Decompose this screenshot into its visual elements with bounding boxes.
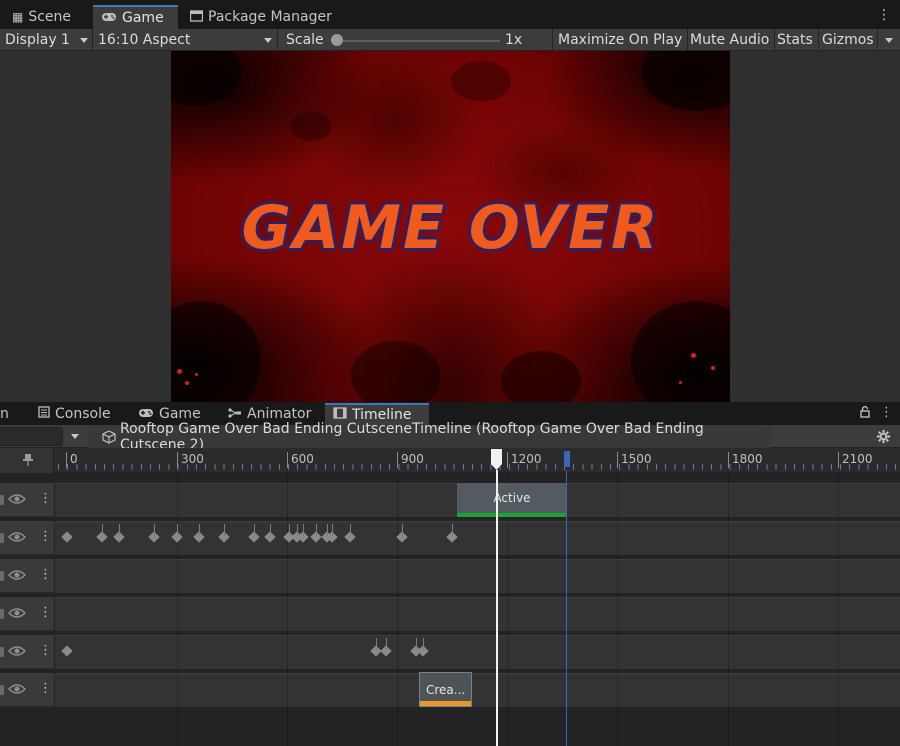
tab-game[interactable]: Game	[93, 5, 178, 29]
maximize-on-play-button[interactable]: Maximize On Play	[553, 29, 689, 51]
display-dropdown-label: Display 1	[5, 32, 70, 48]
animation-clip[interactable]: Crea...	[419, 672, 472, 707]
timeline-header: Rooftop Game Over Bad Ending CutsceneTim…	[0, 421, 900, 453]
aspect-dropdown-label: 16:10 Aspect	[98, 32, 191, 48]
timeline-time-field[interactable]	[0, 427, 63, 446]
scale-value: 1x	[500, 29, 553, 51]
chevron-down-icon	[80, 38, 88, 43]
track-menu-icon[interactable]: ⋮	[39, 644, 52, 657]
eye-icon[interactable]	[8, 607, 26, 619]
ruler-tick: 0	[70, 452, 78, 466]
track-header[interactable]: ⋮	[0, 597, 54, 631]
lock-icon[interactable]	[860, 406, 870, 418]
breadcrumb-arrow	[764, 425, 772, 447]
tab-scene-label: Scene	[28, 9, 72, 25]
tab-scene[interactable]: ▦ Scene	[4, 5, 79, 29]
stats-button[interactable]: Stats	[772, 29, 819, 51]
tab-game-label: Game	[122, 10, 164, 26]
track-menu-icon[interactable]: ⋮	[39, 568, 52, 581]
track-header[interactable]: ⋮	[0, 635, 54, 669]
game-screen: GAME OVER	[171, 51, 730, 402]
ruler-left-pane	[0, 448, 54, 473]
track-menu-icon[interactable]: ⋮	[39, 530, 52, 543]
track-body[interactable]	[55, 521, 900, 555]
pin-icon[interactable]	[22, 453, 34, 466]
timeline-end-marker[interactable]	[564, 451, 570, 467]
more-options-icon[interactable]: ⋮	[880, 406, 893, 419]
eye-icon[interactable]	[8, 493, 26, 505]
package-icon	[189, 9, 204, 25]
track-menu-icon[interactable]: ⋮	[39, 682, 52, 695]
ruler-tick: 900	[401, 452, 424, 466]
ruler-tick: 2100	[842, 452, 873, 466]
timeline-dropdown[interactable]	[66, 425, 86, 448]
eye-icon[interactable]	[8, 683, 26, 695]
mute-audio-button[interactable]: Mute Audio	[685, 29, 776, 51]
chevron-down-icon	[885, 38, 893, 43]
timeline-ruler[interactable]: 0 300 600 900 1200 1500 1800 2100	[0, 448, 900, 473]
console-icon	[38, 406, 50, 422]
clip-accent-bar	[420, 701, 471, 706]
tab-truncated[interactable]: n	[0, 403, 17, 425]
editor-tab-bar: ▦ Scene Game Package Manager ⋮	[0, 0, 900, 29]
ruler-tick: 1800	[732, 452, 763, 466]
tab-package-manager[interactable]: Package Manager	[182, 5, 340, 29]
gear-icon[interactable]	[876, 429, 892, 445]
cube-icon	[102, 429, 116, 444]
gizmos-button[interactable]: Gizmos	[817, 29, 878, 51]
eye-icon[interactable]	[8, 645, 26, 657]
gamepad-icon	[101, 11, 117, 25]
animation-clip-label: Crea...	[426, 683, 466, 697]
gizmos-dropdown[interactable]	[878, 29, 900, 51]
scale-slider-handle[interactable]	[331, 34, 343, 46]
aspect-dropdown[interactable]: 16:10 Aspect	[93, 29, 278, 51]
track-body[interactable]	[55, 635, 900, 669]
more-options-icon[interactable]: ⋮	[877, 8, 891, 22]
playhead-line[interactable]	[496, 470, 498, 746]
scale-slider-track[interactable]	[337, 40, 500, 42]
playhead-handle[interactable]	[490, 448, 503, 471]
ruler-tick: 1500	[621, 452, 652, 466]
tab-truncated-label: n	[0, 406, 9, 422]
game-over-title: GAME OVER	[241, 193, 660, 263]
timeline-end-line	[566, 470, 567, 746]
tab-package-manager-label: Package Manager	[208, 9, 332, 25]
track-body[interactable]	[55, 597, 900, 631]
game-view-toolbar: Display 1 16:10 Aspect Scale 1x Maximize…	[0, 29, 900, 51]
scale-label: Scale	[286, 32, 324, 48]
ruler-tick: 1200	[511, 452, 542, 466]
grid-icon: ▦	[12, 10, 24, 24]
eye-icon[interactable]	[8, 569, 26, 581]
scale-value-text: 1x	[505, 32, 523, 48]
eye-icon[interactable]	[8, 531, 26, 543]
track-header[interactable]: ⋮	[0, 483, 54, 517]
track-body[interactable]	[55, 559, 900, 593]
tab-console-label: Console	[55, 406, 111, 422]
track-header[interactable]: ⋮	[0, 673, 54, 707]
track-header[interactable]: ⋮	[0, 521, 54, 555]
chevron-down-icon	[264, 38, 272, 43]
ruler-tick: 300	[181, 452, 204, 466]
display-dropdown[interactable]: Display 1	[0, 29, 93, 51]
track-menu-icon[interactable]: ⋮	[39, 606, 52, 619]
track-header[interactable]: ⋮	[0, 559, 54, 593]
ruler-tick: 600	[291, 452, 314, 466]
activation-clip[interactable]: Active	[457, 483, 567, 517]
track-menu-icon[interactable]: ⋮	[39, 492, 52, 505]
chevron-down-icon	[71, 434, 79, 439]
game-view: GAME OVER	[0, 51, 900, 402]
activation-clip-label: Active	[493, 491, 531, 505]
timeline-breadcrumb[interactable]: Rooftop Game Over Bad Ending CutsceneTim…	[88, 421, 770, 453]
track-body[interactable]	[55, 673, 900, 707]
tab-console[interactable]: Console	[30, 403, 119, 425]
